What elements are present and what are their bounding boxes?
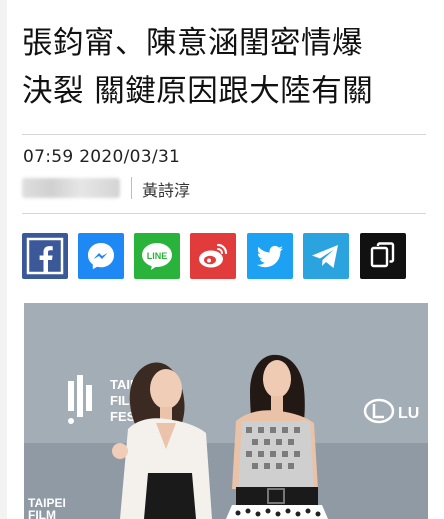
divider-top [22, 134, 426, 135]
telegram-icon [312, 245, 338, 268]
author-name[interactable]: 黃詩淳 [142, 177, 190, 201]
byline-divider [131, 177, 132, 199]
byline: 黃詩淳 [22, 176, 426, 200]
redacted-source [22, 178, 120, 198]
article-page: 張鈞甯、陳意涵閨密情爆 決裂 關鍵原因跟大陸有關 07:59 2020/03/3… [0, 0, 444, 519]
share-copy-link-button[interactable] [360, 233, 406, 279]
share-weibo-button[interactable] [190, 233, 236, 279]
twitter-icon [256, 245, 283, 268]
article-photo: TAIPEI FILM FEST TAIPEI FILM LU [24, 303, 428, 519]
facebook-icon [26, 237, 64, 275]
backdrop-text-bottom-2: FILM [28, 508, 56, 519]
title-line-1: 張鈞甯、陳意涵閨密情爆 [22, 26, 363, 61]
article-title: 張鈞甯、陳意涵閨密情爆 決裂 關鍵原因跟大陸有關 [22, 20, 432, 116]
messenger-icon [88, 243, 114, 270]
red-carpet-photo: TAIPEI FILM FEST TAIPEI FILM LU [24, 303, 428, 519]
sponsor-text: LU [398, 405, 419, 422]
share-telegram-button[interactable] [303, 233, 349, 279]
publish-datetime: 07:59 2020/03/31 [23, 147, 181, 167]
weibo-icon [199, 243, 228, 268]
share-messenger-button[interactable] [78, 233, 124, 279]
left-edge [0, 0, 7, 519]
divider-bottom [22, 213, 426, 214]
copy-icon [370, 242, 395, 268]
title-line-2: 決裂 關鍵原因跟大陸有關 [22, 74, 374, 109]
share-bar: LINE [22, 233, 432, 281]
svg-text:LINE: LINE [147, 251, 168, 261]
line-icon: LINE [142, 243, 172, 270]
share-line-button[interactable]: LINE [134, 233, 180, 279]
share-twitter-button[interactable] [247, 233, 293, 279]
share-facebook-button[interactable] [22, 233, 68, 279]
